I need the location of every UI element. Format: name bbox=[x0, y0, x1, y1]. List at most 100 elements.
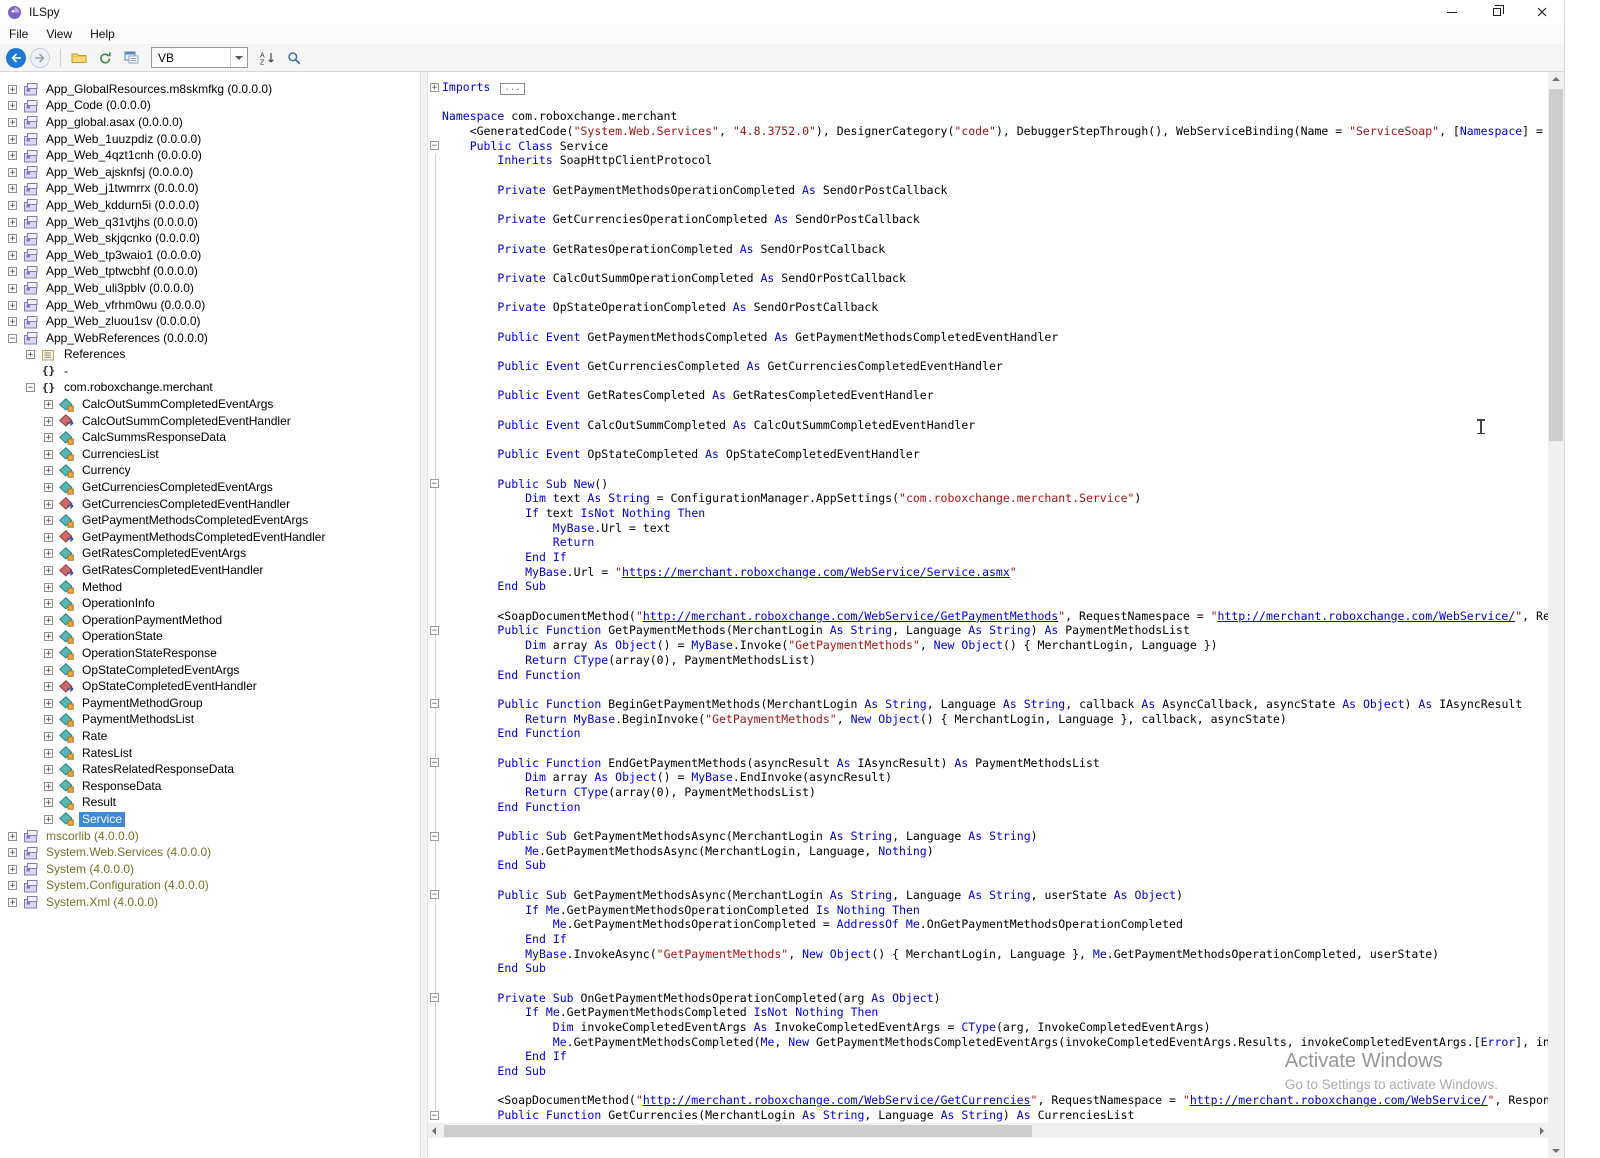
expand-icon[interactable]: + bbox=[44, 765, 53, 775]
tree-item[interactable]: + App_Web_1uuzpdiz (0.0.0.0) bbox=[0, 131, 420, 148]
tree-item[interactable]: −{} com.roboxchange.merchant bbox=[0, 380, 420, 397]
expand-icon[interactable]: + bbox=[8, 217, 17, 227]
expand-icon[interactable]: + bbox=[8, 267, 17, 277]
hyperlink[interactable]: http://merchant.roboxchange.com/WebServi… bbox=[643, 1093, 1031, 1107]
tree-item[interactable]: + GetCurrenciesCompletedEventHandler bbox=[0, 496, 420, 513]
expand-icon[interactable]: + bbox=[44, 483, 53, 493]
expand-icon[interactable]: + bbox=[8, 167, 17, 177]
tree-item[interactable]: + OperationStateResponse bbox=[0, 645, 420, 662]
fold-expand-icon[interactable]: + bbox=[430, 82, 439, 92]
expand-icon[interactable]: + bbox=[44, 582, 53, 592]
tree-item[interactable]: + OperationInfo bbox=[0, 595, 420, 612]
hyperlink[interactable]: http://merchant.roboxchange.com/WebServi… bbox=[643, 609, 1058, 623]
expand-icon[interactable]: + bbox=[44, 632, 53, 642]
menu-file[interactable]: File bbox=[0, 24, 37, 44]
expand-icon[interactable]: + bbox=[44, 798, 53, 808]
tree-item[interactable]: + mscorlib (4.0.0.0) bbox=[0, 828, 420, 845]
expand-icon[interactable]: + bbox=[8, 101, 17, 111]
splitter[interactable] bbox=[420, 72, 428, 1158]
tree-item[interactable]: + OpStateCompletedEventHandler bbox=[0, 678, 420, 695]
menu-view[interactable]: View bbox=[37, 24, 81, 44]
expand-icon[interactable]: + bbox=[8, 151, 17, 161]
restore-button[interactable] bbox=[1474, 0, 1519, 24]
expand-icon[interactable]: + bbox=[8, 84, 17, 94]
expand-icon[interactable]: + bbox=[8, 831, 17, 841]
tree-item[interactable]: + App_global.asax (0.0.0.0) bbox=[0, 114, 420, 131]
tree-item[interactable]: + App_GlobalResources.m8skmfkg (0.0.0.0) bbox=[0, 81, 420, 98]
expand-icon[interactable]: + bbox=[8, 848, 17, 858]
collapse-icon[interactable]: − bbox=[8, 333, 17, 343]
sort-assemblies-button[interactable]: AZ bbox=[256, 47, 280, 69]
expand-icon[interactable]: + bbox=[8, 184, 17, 194]
scroll-up-icon[interactable] bbox=[1552, 77, 1560, 81]
expand-icon[interactable]: + bbox=[44, 814, 53, 824]
hyperlink[interactable]: http://merchant.roboxchange.com/WebServi… bbox=[1190, 1093, 1488, 1107]
expand-icon[interactable]: + bbox=[8, 864, 17, 874]
vertical-scrollbar[interactable] bbox=[1548, 72, 1564, 1158]
fold-collapse-icon[interactable]: − bbox=[430, 479, 439, 489]
tree-item[interactable]: + App_Web_skjqcnko (0.0.0.0) bbox=[0, 230, 420, 247]
expand-icon[interactable]: + bbox=[44, 599, 53, 609]
minimize-button[interactable] bbox=[1429, 0, 1474, 24]
expand-icon[interactable]: + bbox=[44, 566, 53, 576]
expand-icon[interactable]: + bbox=[44, 665, 53, 675]
tree-item[interactable]: + App_Web_vfrhm0wu (0.0.0.0) bbox=[0, 297, 420, 314]
expand-icon[interactable]: + bbox=[8, 881, 17, 891]
tree-item[interactable]: + OperationState bbox=[0, 629, 420, 646]
tree-item[interactable]: + CalcOutSummCompletedEventHandler bbox=[0, 413, 420, 430]
tree-item[interactable]: + GetRatesCompletedEventArgs bbox=[0, 546, 420, 563]
expand-icon[interactable]: + bbox=[44, 781, 53, 791]
scroll-right-icon[interactable] bbox=[1540, 1126, 1544, 1135]
fold-collapse-icon[interactable]: − bbox=[430, 141, 439, 151]
hyperlink[interactable]: https://merchant.roboxchange.com/WebServ… bbox=[622, 565, 1010, 579]
tree-item[interactable]: + CurrenciesList bbox=[0, 446, 420, 463]
expand-icon[interactable]: + bbox=[44, 516, 53, 526]
language-selector[interactable]: VB bbox=[151, 47, 248, 68]
fold-collapse-icon[interactable]: − bbox=[430, 831, 439, 841]
expand-icon[interactable]: + bbox=[44, 698, 53, 708]
expand-icon[interactable]: + bbox=[44, 499, 53, 509]
tree-item[interactable]: + App_Web_q31vtjhs (0.0.0.0) bbox=[0, 214, 420, 231]
tree-item[interactable]: + Result bbox=[0, 795, 420, 812]
menu-help[interactable]: Help bbox=[81, 24, 124, 44]
reload-button[interactable] bbox=[93, 47, 117, 69]
search-button[interactable] bbox=[282, 47, 306, 69]
tree-item[interactable]: + App_Web_tp3waio1 (0.0.0.0) bbox=[0, 247, 420, 264]
tree-item[interactable]: + Currency bbox=[0, 463, 420, 480]
tree-item[interactable]: + GetCurrenciesCompletedEventArgs bbox=[0, 479, 420, 496]
tree-item[interactable]: + System.Configuration (4.0.0.0) bbox=[0, 878, 420, 895]
expand-icon[interactable]: + bbox=[44, 400, 53, 410]
tree-item[interactable]: + App_Web_uli3pblv (0.0.0.0) bbox=[0, 280, 420, 297]
tree-item[interactable]: + CalcOutSummCompletedEventArgs bbox=[0, 396, 420, 413]
tree-item[interactable]: + App_Web_ajsknfsj (0.0.0.0) bbox=[0, 164, 420, 181]
tree-item[interactable]: + App_Code (0.0.0.0) bbox=[0, 98, 420, 115]
expand-icon[interactable]: + bbox=[44, 466, 53, 476]
tree-item[interactable]: + PaymentMethodsList bbox=[0, 712, 420, 729]
expand-icon[interactable]: + bbox=[8, 897, 17, 907]
tree-item[interactable]: + Service bbox=[0, 811, 420, 828]
expand-icon[interactable]: + bbox=[44, 715, 53, 725]
forward-button[interactable] bbox=[30, 47, 50, 68]
expand-icon[interactable]: + bbox=[44, 532, 53, 542]
fold-collapse-icon[interactable]: − bbox=[430, 1110, 439, 1120]
hyperlink[interactable]: http://merchant.roboxchange.com/WebServi… bbox=[1218, 609, 1516, 623]
back-button[interactable] bbox=[6, 47, 26, 68]
tree-item[interactable]: + PaymentMethodGroup bbox=[0, 695, 420, 712]
fold-collapse-icon[interactable]: − bbox=[430, 890, 439, 900]
tree-item[interactable]: + App_Web_j1twmrrx (0.0.0.0) bbox=[0, 181, 420, 198]
tree-item[interactable]: + App_Web_tptwcbhf (0.0.0.0) bbox=[0, 264, 420, 281]
collapse-icon[interactable]: − bbox=[26, 383, 35, 393]
expand-icon[interactable]: + bbox=[8, 117, 17, 127]
scroll-down-icon[interactable] bbox=[1552, 1149, 1560, 1153]
tree-item[interactable]: + GetRatesCompletedEventHandler bbox=[0, 562, 420, 579]
tree-item[interactable]: + System (4.0.0.0) bbox=[0, 861, 420, 878]
tree-item[interactable]: + RatesList bbox=[0, 745, 420, 762]
tree-item[interactable]: + Rate bbox=[0, 728, 420, 745]
open-from-gac-button[interactable] bbox=[119, 47, 143, 69]
expand-icon[interactable]: + bbox=[8, 300, 17, 310]
expand-icon[interactable]: + bbox=[44, 449, 53, 459]
scroll-left-icon[interactable] bbox=[432, 1126, 436, 1135]
expand-icon[interactable]: + bbox=[44, 731, 53, 741]
fold-collapse-icon[interactable]: − bbox=[430, 625, 439, 635]
tree-item[interactable]: {} - bbox=[0, 363, 420, 380]
